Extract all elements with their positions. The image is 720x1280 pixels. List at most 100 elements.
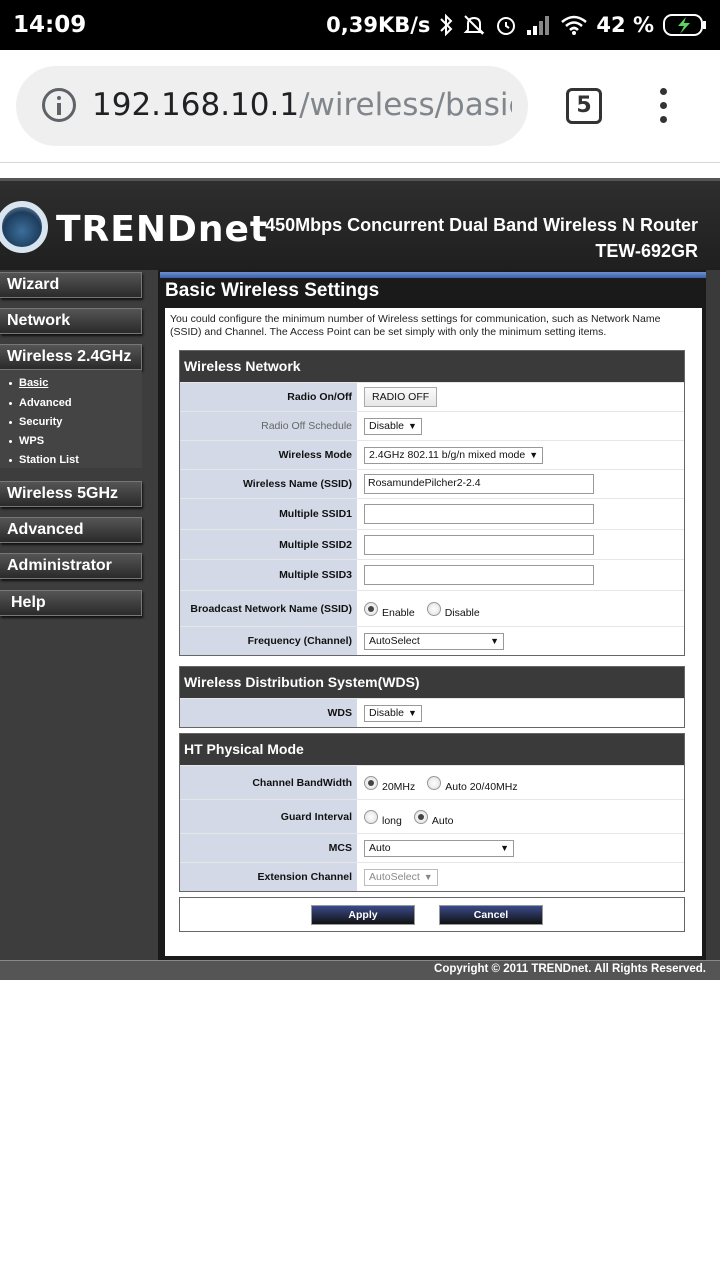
- alarm-icon: [497, 17, 516, 35]
- bandwidth-row: Channel BandWidth 20MHz Auto 20/40MHz: [180, 765, 684, 799]
- mcs-select[interactable]: Auto ▼: [364, 839, 514, 857]
- nav-wireless-24ghz[interactable]: Wireless 2.4GHz: [0, 344, 142, 370]
- section-heading: HT Physical Mode: [180, 734, 684, 765]
- bandwidth-20-label: 20MHz: [382, 780, 416, 793]
- signal-icon: [527, 16, 550, 35]
- wifi-icon: [561, 15, 588, 35]
- bandwidth-label: Channel BandWidth: [180, 766, 358, 799]
- apply-button[interactable]: Apply: [311, 905, 415, 925]
- broadcast-disable-label: Disable: [444, 606, 480, 619]
- subnav-basic[interactable]: Basic: [9, 377, 48, 389]
- ssid3-input[interactable]: [364, 565, 594, 585]
- tab-switcher-button[interactable]: 5: [566, 88, 602, 124]
- radio-label: Radio On/Off: [180, 383, 358, 411]
- chevron-down-icon: ▼: [529, 450, 539, 460]
- subnav-station-list[interactable]: Station List: [9, 454, 79, 466]
- guard-auto-radio[interactable]: [413, 809, 428, 824]
- guard-label: Guard Interval: [180, 800, 358, 833]
- ssid-input[interactable]: RosamundePilcher2-2.4: [364, 474, 594, 494]
- status-icons: 0,39KB/s 42 %: [326, 10, 708, 40]
- nav-wizard[interactable]: Wizard: [0, 272, 142, 298]
- ssid2-label: Multiple SSID2: [180, 530, 358, 559]
- wds-section: Wireless Distribution System(WDS) WDS Di…: [179, 666, 685, 728]
- extension-label: Extension Channel: [180, 863, 358, 891]
- section-heading: Wireless Distribution System(WDS): [180, 667, 684, 698]
- chevron-down-icon: ▼: [500, 843, 509, 853]
- schedule-select[interactable]: Disable ▼: [364, 417, 422, 435]
- chevron-down-icon: ▼: [408, 421, 417, 431]
- router-page: TRENDnet 450Mbps Concurrent Dual Band Wi…: [0, 178, 720, 980]
- copyright-text: Copyright © 2011 TRENDnet. All Rights Re…: [434, 963, 706, 975]
- chevron-down-icon: ▼: [423, 872, 433, 882]
- sidebar: Wizard Network Wireless 2.4GHz Basic Adv…: [0, 270, 158, 960]
- cancel-button[interactable]: Cancel: [439, 905, 543, 925]
- url-text[interactable]: 192.168.10.1/wireless/basic.: [92, 87, 512, 123]
- mcs-label: MCS: [180, 834, 358, 862]
- chevron-down-icon: ▼: [408, 708, 417, 718]
- wireless-mode-select[interactable]: 2.4GHz 802.11 b/g/n mixed mode ▼: [364, 446, 544, 464]
- wds-row: WDS Disable ▼: [180, 698, 684, 727]
- radio-row: Radio On/Off RADIO OFF: [180, 382, 684, 411]
- mode-row: Wireless Mode 2.4GHz 802.11 b/g/n mixed …: [180, 440, 684, 469]
- bandwidth-20-radio[interactable]: [364, 775, 378, 790]
- nav-network[interactable]: Network: [0, 308, 142, 334]
- chevron-down-icon: ▼: [490, 636, 499, 646]
- broadcast-enable-radio[interactable]: [364, 601, 378, 616]
- schedule-label: Radio Off Schedule: [180, 412, 358, 440]
- extension-row: Extension Channel AutoSelect ▼: [180, 862, 684, 891]
- overflow-menu-icon[interactable]: [655, 88, 673, 124]
- url-host: 192.168.10.1: [92, 87, 300, 123]
- subnav-advanced[interactable]: Advanced: [9, 397, 72, 409]
- wds-select[interactable]: Disable ▼: [364, 704, 422, 722]
- ht-physical-section: HT Physical Mode Channel BandWidth 20MHz…: [179, 733, 685, 892]
- brand-logo-text: TRENDnet: [56, 209, 269, 250]
- network-speed: 0,39KB/s: [326, 13, 431, 37]
- nav-administrator[interactable]: Administrator: [0, 553, 142, 579]
- frequency-label: Frequency (Channel): [180, 627, 358, 655]
- ssid3-row: Multiple SSID3: [180, 559, 684, 590]
- nav-advanced[interactable]: Advanced: [0, 517, 142, 543]
- page-description: You could configure the minimum number o…: [170, 313, 661, 338]
- trendnet-logo-icon: [0, 201, 48, 253]
- guard-row: Guard Interval long Auto: [180, 799, 684, 833]
- router-footer: Copyright © 2011 TRENDnet. All Rights Re…: [0, 960, 720, 980]
- ssid3-label: Multiple SSID3: [180, 560, 358, 590]
- content-panel: You could configure the minimum number o…: [165, 308, 702, 956]
- main-content: Basic Wireless Settings You could config…: [158, 270, 706, 960]
- ssid2-input[interactable]: [364, 534, 594, 555]
- browser-toolbar: 192.168.10.1/wireless/basic. 5: [0, 50, 720, 163]
- bandwidth-auto-radio[interactable]: [427, 775, 442, 790]
- mcs-row: MCS Auto ▼: [180, 833, 684, 862]
- broadcast-disable-radio[interactable]: [426, 601, 441, 616]
- broadcast-enable-label: Enable: [382, 606, 415, 619]
- page-title: Basic Wireless Settings: [165, 280, 380, 301]
- ssid2-row: Multiple SSID2: [180, 529, 684, 559]
- extension-select[interactable]: AutoSelect ▼: [364, 868, 438, 886]
- form-actions: Apply Cancel: [179, 897, 685, 932]
- subnav-wps[interactable]: WPS: [9, 435, 44, 447]
- radio-off-button[interactable]: RADIO OFF: [364, 387, 438, 407]
- ssid1-input[interactable]: [364, 504, 594, 524]
- battery-percent: 42 %: [596, 13, 654, 37]
- ssid1-row: Multiple SSID1: [180, 498, 684, 529]
- product-title: 450Mbps Concurrent Dual Band Wireless N …: [265, 215, 698, 235]
- status-time: 14:09: [13, 12, 87, 38]
- nav-help[interactable]: Help: [0, 590, 142, 616]
- battery-charging-icon: [663, 14, 706, 36]
- url-path: /wireless/basic.: [299, 87, 512, 123]
- bandwidth-auto-label: Auto 20/40MHz: [445, 780, 518, 793]
- subnav-security[interactable]: Security: [9, 416, 62, 428]
- frequency-row: Frequency (Channel) AutoSelect ▼: [180, 626, 684, 655]
- guard-long-radio[interactable]: [364, 809, 378, 824]
- info-icon[interactable]: [42, 88, 76, 122]
- wireless-network-section: Wireless Network Radio On/Off RADIO OFF …: [179, 350, 685, 656]
- nav-wireless-5ghz[interactable]: Wireless 5GHz: [0, 481, 142, 507]
- address-bar[interactable]: 192.168.10.1/wireless/basic.: [16, 66, 528, 146]
- schedule-row: Radio Off Schedule Disable ▼: [180, 411, 684, 440]
- mute-bell-icon: [464, 15, 485, 35]
- guard-auto-label: Auto: [431, 814, 454, 827]
- guard-long-label: long: [382, 814, 402, 827]
- broadcast-label: Broadcast Network Name (SSID): [180, 591, 358, 626]
- frequency-select[interactable]: AutoSelect ▼: [364, 632, 504, 650]
- section-heading: Wireless Network: [180, 351, 684, 382]
